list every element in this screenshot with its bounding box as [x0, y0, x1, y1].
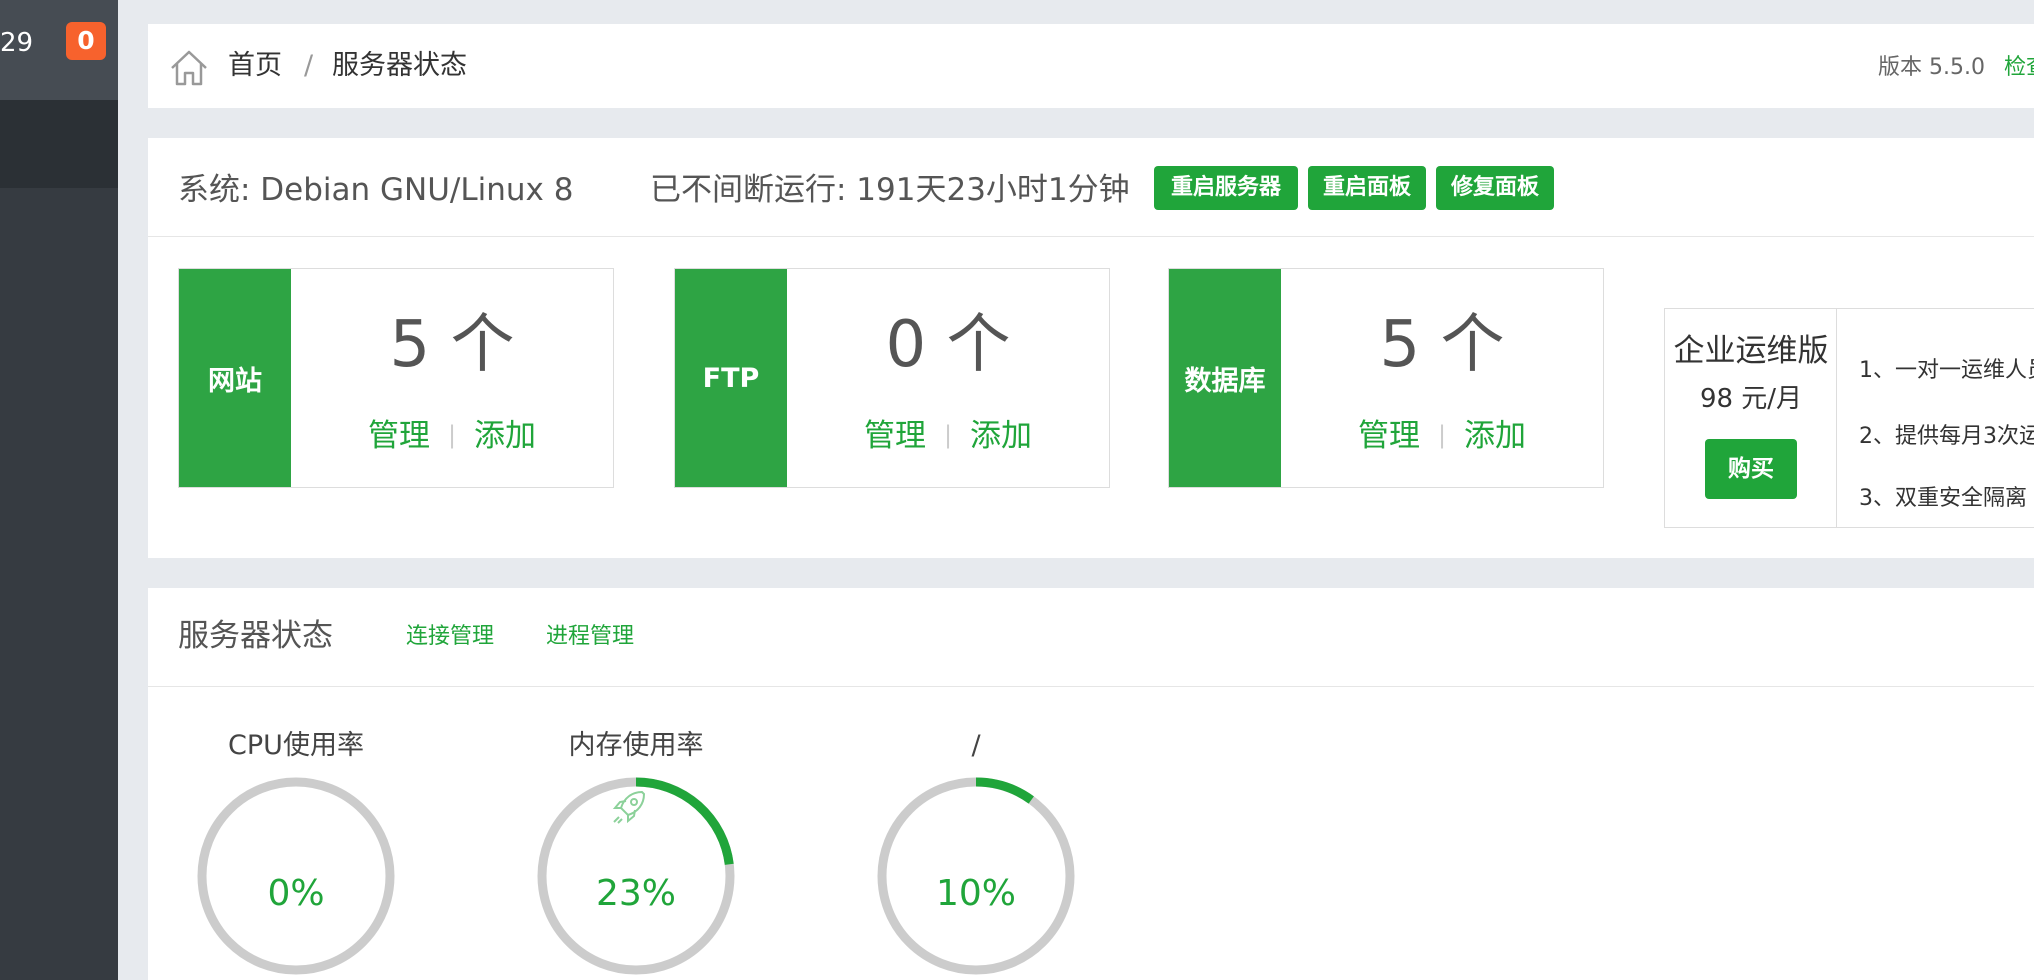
promo-plan: 企业运维版 98 元/月 购买: [1665, 309, 1837, 527]
gauge-label: CPU使用率: [228, 730, 364, 761]
stat-card-websites: 网站 5 个 管理 | 添加: [178, 268, 614, 488]
divider: [148, 236, 2034, 237]
sidebar-count: 29: [0, 28, 34, 58]
rocket-icon[interactable]: [608, 786, 650, 828]
repair-panel-button[interactable]: 修复面板: [1436, 166, 1554, 210]
gauge-disk[interactable]: / 10%: [866, 728, 1086, 978]
stat-card-ftp: FTP 0 个 管理 | 添加: [674, 268, 1110, 488]
breadcrumb-current: 服务器状态: [332, 50, 467, 81]
promo-feature: 1、一对一运维人员: [1859, 358, 2034, 383]
stat-count: 5 个: [1379, 308, 1505, 382]
breadcrumb: 首页 / 服务器状态 版本 5.5.0 检查更新: [148, 24, 2034, 108]
stat-links: 管理 | 添加: [291, 413, 613, 458]
tab-processes[interactable]: 进程管理: [546, 622, 634, 652]
manage-link[interactable]: 管理: [1358, 418, 1420, 454]
sidebar-badge[interactable]: 0: [66, 22, 106, 60]
stat-links: 管理 | 添加: [1281, 413, 1603, 458]
promo-title: 企业运维版: [1673, 333, 1829, 369]
check-update-link[interactable]: 检查更新: [2004, 52, 2034, 84]
restart-panel-button[interactable]: 重启面板: [1308, 166, 1426, 210]
sidebar-item-active[interactable]: [0, 100, 118, 188]
sidebar-top: 29 0: [0, 0, 118, 100]
stat-tag: 数据库: [1169, 269, 1281, 487]
link-divider: |: [447, 421, 457, 449]
stat-card-databases: 数据库 5 个 管理 | 添加: [1168, 268, 1604, 488]
divider: [148, 686, 2034, 687]
gauge-cpu[interactable]: CPU使用率 0%: [186, 728, 406, 978]
enterprise-promo: 企业运维版 98 元/月 购买 1、一对一运维人员 2、提供每月3次运维 3、双…: [1664, 308, 2034, 528]
status-title: 服务器状态: [178, 618, 333, 654]
add-link[interactable]: 添加: [970, 418, 1032, 454]
tab-connections[interactable]: 连接管理: [406, 622, 494, 652]
gauge-value: 0%: [267, 873, 325, 914]
stat-count: 0 个: [885, 308, 1011, 382]
stat-tag: 网站: [179, 269, 291, 487]
breadcrumb-home[interactable]: 首页: [228, 48, 282, 84]
restart-server-button[interactable]: 重启服务器: [1154, 166, 1298, 210]
breadcrumb-separator: /: [304, 50, 314, 81]
manage-link[interactable]: 管理: [864, 418, 926, 454]
system-os: 系统: Debian GNU/Linux 8: [178, 172, 574, 208]
stat-links: 管理 | 添加: [787, 413, 1109, 458]
add-link[interactable]: 添加: [474, 418, 536, 454]
gauge-memory[interactable]: 内存使用率 23%: [526, 728, 746, 978]
gauge-value: 10%: [935, 873, 1016, 914]
promo-feature: 3、双重安全隔离: [1859, 486, 2027, 511]
add-link[interactable]: 添加: [1464, 418, 1526, 454]
system-uptime: 已不间断运行: 191天23小时1分钟: [650, 172, 1130, 208]
stat-count: 5 个: [389, 308, 515, 382]
buy-button[interactable]: 购买: [1705, 439, 1797, 499]
version-label: 版本 5.5.0: [1878, 55, 1985, 80]
system-summary: 系统: Debian GNU/Linux 8 已不间断运行: 191天23小时1…: [148, 138, 2034, 558]
stat-tag: FTP: [675, 269, 787, 487]
gauge-value: 23%: [595, 873, 676, 914]
link-divider: |: [943, 421, 953, 449]
link-divider: |: [1437, 421, 1447, 449]
promo-price: 98 元/月: [1699, 384, 1803, 414]
sidebar: 29 0: [0, 0, 118, 980]
gauge-label: 内存使用率: [568, 730, 704, 761]
manage-link[interactable]: 管理: [368, 418, 430, 454]
promo-feature: 2、提供每月3次运维: [1859, 424, 2034, 449]
home-icon[interactable]: [168, 46, 210, 88]
server-status: 服务器状态 连接管理 进程管理 CPU使用率 0% 内存使用率 23% / 10…: [148, 588, 2034, 980]
gauge-label: /: [971, 730, 981, 761]
